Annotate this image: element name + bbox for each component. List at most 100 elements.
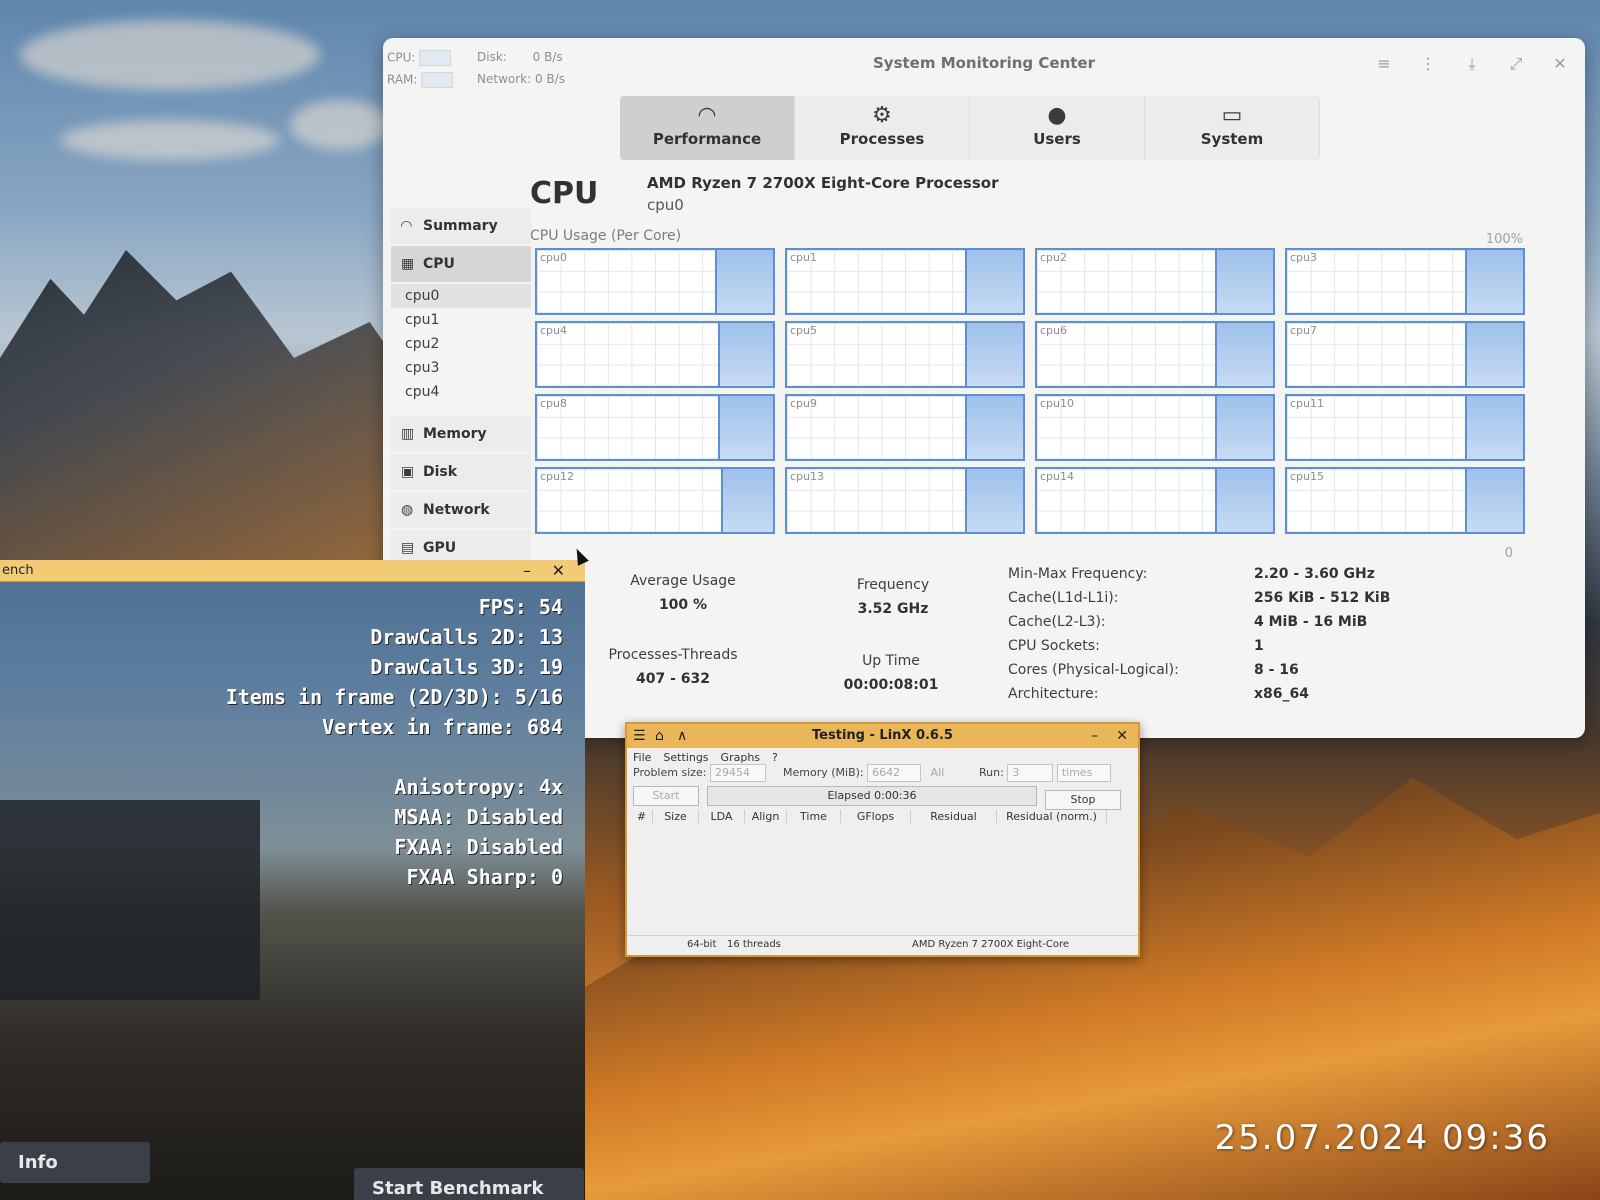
menu-settings[interactable]: Settings [663, 751, 708, 764]
column-header[interactable]: Residual (norm.) [997, 810, 1107, 823]
problem-size-input[interactable]: 29454 [710, 764, 767, 782]
core-label: cpu15 [1290, 470, 1324, 483]
stat-label: Up Time [862, 653, 920, 669]
menu-file[interactable]: File [633, 751, 651, 764]
core-label: cpu5 [790, 324, 818, 337]
close-icon[interactable]: ✕ [1116, 724, 1128, 748]
start-button[interactable]: Start [633, 786, 699, 806]
detail-value: 256 KiB - 512 KiB [1254, 590, 1391, 606]
minimize-icon[interactable]: – [1091, 724, 1098, 748]
gear-icon: ⚙ [872, 103, 892, 128]
core-label: cpu1 [790, 251, 818, 264]
selected-core: cpu0 [647, 196, 684, 214]
problem-size-row: Problem size: 29454 [633, 764, 767, 782]
sidebar-item-summary[interactable]: ◠ Summary [391, 208, 531, 244]
run-unit-select[interactable]: times [1056, 764, 1111, 782]
core-graph-cpu4: cpu4 [535, 321, 775, 388]
tab-processes[interactable]: ⚙ Processes [795, 96, 970, 160]
mini-ram-label: RAM: [387, 72, 418, 87]
stat-average-usage: Average Usage 100 % [583, 573, 783, 613]
column-header[interactable]: Residual [911, 810, 997, 823]
core-usage-fill [1215, 396, 1273, 459]
stat-up-time: Up Time 00:00:08:01 [791, 653, 991, 693]
core-label: cpu14 [1040, 470, 1074, 483]
core-label: cpu4 [540, 324, 568, 337]
column-header[interactable]: Size [653, 810, 699, 823]
column-header[interactable]: Align [745, 810, 787, 823]
sidebar-subitem-cpu2[interactable]: cpu2 [391, 332, 531, 356]
sidebar-item-memory[interactable]: ▥ Memory [391, 416, 531, 452]
sidebar-item-label: Memory [423, 426, 487, 442]
mini-network-label: Network: [477, 72, 532, 86]
detail-key: Min-Max Frequency: [1008, 566, 1148, 582]
core-usage-fill [1465, 250, 1523, 313]
cpu-details: Min-Max Frequency: 2.20 - 3.60 GHz Cache(… [1008, 566, 1390, 710]
gauge-icon: ◠ [698, 103, 716, 128]
core-usage-fill [965, 469, 1023, 532]
sidebar-subitem-cpu4[interactable]: cpu4 [391, 380, 531, 404]
stop-button[interactable]: Stop [1045, 790, 1121, 810]
hamburger-menu-icon[interactable]: ≡ [1375, 54, 1393, 74]
core-graph-cpu12: cpu12 [535, 467, 775, 534]
memory-input[interactable]: 6642 [867, 764, 922, 782]
core-usage-fill [1465, 396, 1523, 459]
core-graph-cpu6: cpu6 [1035, 321, 1275, 388]
core-usage-fill [1465, 469, 1523, 532]
tab-users[interactable]: ● Users [970, 96, 1145, 160]
start-benchmark-button[interactable]: Start Benchmark [354, 1168, 584, 1200]
detail-value: 4 MiB - 16 MiB [1254, 614, 1368, 630]
core-graph-cpu9: cpu9 [785, 394, 1025, 461]
detail-value: 8 - 16 [1254, 662, 1299, 678]
core-graph-cpu11: cpu11 [1285, 394, 1525, 461]
bench-scene-object [0, 800, 260, 1000]
core-graph-cpu7: cpu7 [1285, 321, 1525, 388]
close-icon[interactable]: ✕ [552, 560, 565, 582]
core-label: cpu0 [540, 251, 568, 264]
sidebar-item-label: Summary [423, 218, 498, 234]
core-label: cpu3 [1290, 251, 1318, 264]
column-header[interactable]: GFlops [841, 810, 911, 823]
sidebar-scroll-gap [391, 404, 531, 416]
per-core-graphs: cpu0 cpu1 cpu2 cpu3 cpu4 cpu5 cpu6 cpu7 cpu8 cpu9… [535, 248, 1525, 534]
mini-ram-graph [421, 72, 454, 88]
core-graph-cpu10: cpu10 [1035, 394, 1275, 461]
kebab-menu-icon[interactable]: ⋮ [1419, 54, 1437, 74]
sidebar-item-network[interactable]: ◍ Network [391, 492, 531, 528]
tab-performance[interactable]: ◠ Performance [620, 96, 795, 160]
status-cpu: AMD Ryzen 7 2700X Eight-Core [912, 939, 1070, 950]
minimize-icon[interactable]: – [523, 560, 531, 582]
close-icon[interactable]: ✕ [1551, 54, 1569, 74]
minimize-icon[interactable]: ⤓ [1463, 54, 1481, 74]
all-checkbox-label[interactable]: All [931, 766, 945, 779]
column-header[interactable]: # [631, 810, 653, 823]
stat-label: Frequency [856, 577, 930, 593]
run-count-input[interactable]: 3 [1007, 764, 1054, 782]
core-graph-cpu3: cpu3 [1285, 248, 1525, 315]
sidebar-item-disk[interactable]: ▣ Disk [391, 454, 531, 490]
menu-help[interactable]: ? [772, 751, 778, 764]
maximize-icon[interactable]: ⤢ [1507, 54, 1525, 74]
mini-ram: RAM: [387, 72, 454, 88]
stat-value: 407 - 632 [635, 671, 710, 687]
bench-stats-overlay: FPS: 54 DrawCalls 2D: 13 DrawCalls 3D: 1… [226, 592, 563, 892]
sidebar-subitem-cpu3[interactable]: cpu3 [391, 356, 531, 380]
column-header[interactable]: Time [787, 810, 841, 823]
tab-system[interactable]: ▭ System [1145, 96, 1320, 160]
sidebar-item-cpu[interactable]: ▦ CPU [391, 246, 531, 282]
results-table-header: # Size LDA Align Time GFlops Residual Re… [631, 810, 1131, 823]
detail-key: Architecture: [1008, 686, 1099, 702]
mountain-left [0, 250, 420, 610]
core-usage-fill [1215, 323, 1273, 386]
column-header[interactable]: LDA [699, 810, 745, 823]
mini-network-value: 0 B/s [534, 72, 565, 86]
mouse-icon: ● [1047, 103, 1067, 128]
menu-graphs[interactable]: Graphs [721, 751, 760, 764]
tab-label: Performance [652, 130, 762, 148]
sidebar-subitem-cpu0[interactable]: cpu0 [391, 284, 531, 308]
bench-stat-line: DrawCalls 2D: 13 [370, 625, 563, 649]
axis-min-label: 0 [1504, 546, 1513, 561]
bench-stat-line: DrawCalls 3D: 19 [370, 655, 563, 679]
info-button[interactable]: Info [0, 1142, 150, 1183]
core-graph-cpu14: cpu14 [1035, 467, 1275, 534]
sidebar-subitem-cpu1[interactable]: cpu1 [391, 308, 531, 332]
